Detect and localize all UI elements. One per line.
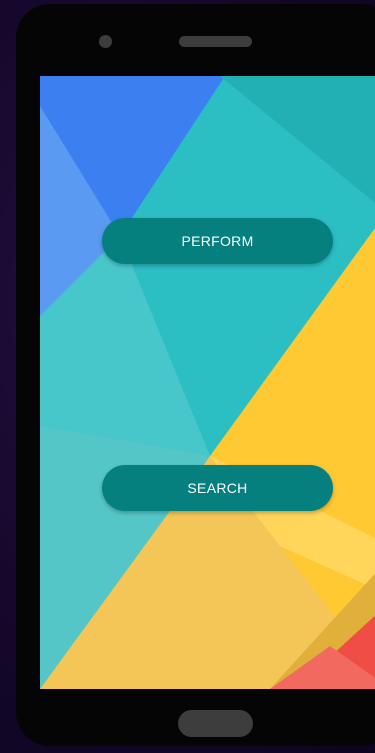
perform-button[interactable]: PERFORM (102, 218, 333, 264)
phone-frame: PERFORM SEARCH (16, 4, 375, 746)
wallpaper (40, 76, 375, 689)
front-camera (99, 35, 112, 48)
phone-screen: PERFORM SEARCH (40, 76, 375, 689)
earpiece-speaker (179, 36, 252, 47)
search-button[interactable]: SEARCH (102, 465, 333, 511)
home-button[interactable] (178, 710, 253, 737)
backdrop: PERFORM SEARCH (0, 0, 375, 753)
